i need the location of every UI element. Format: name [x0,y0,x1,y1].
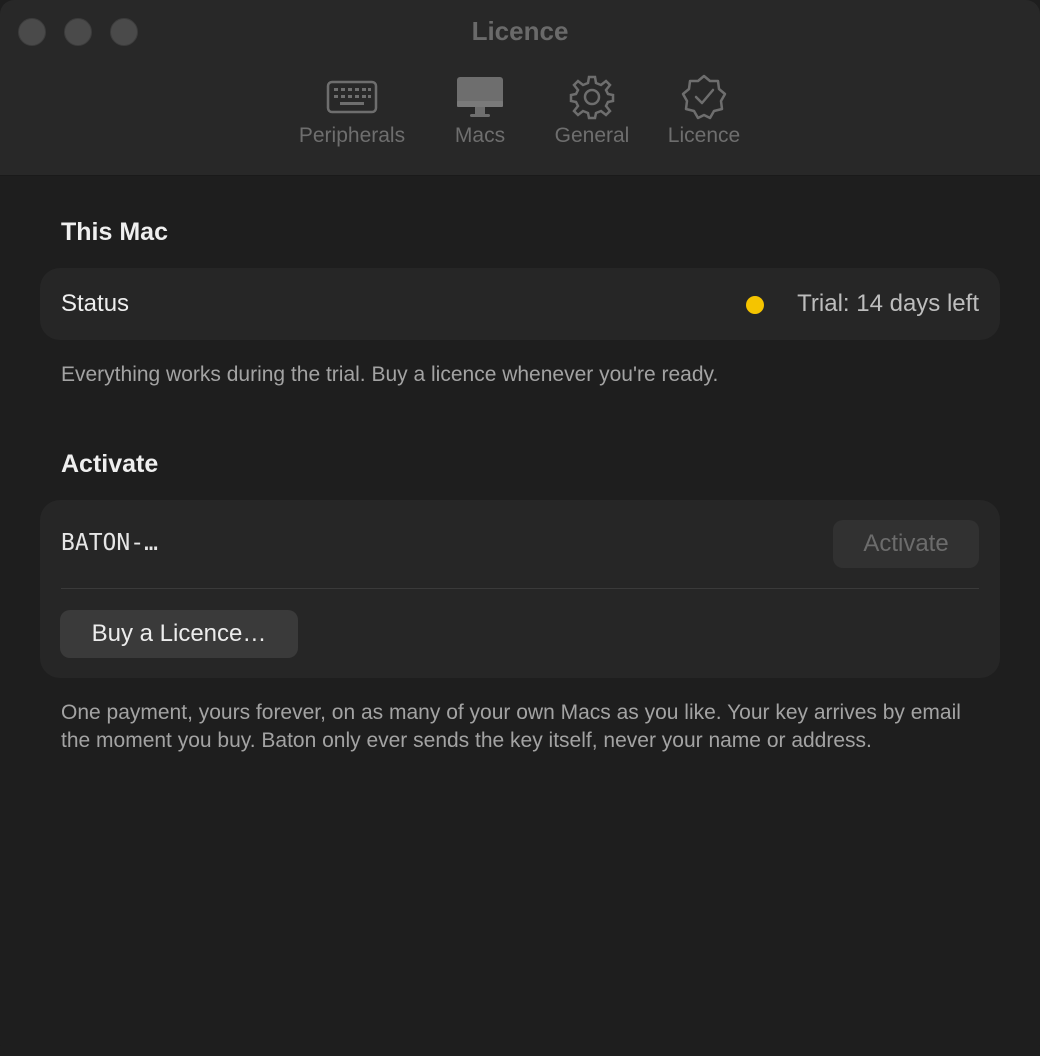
checkmark-seal-icon [681,74,727,120]
tab-general[interactable]: General [527,72,657,156]
tab-macs[interactable]: Macs [415,72,545,156]
display-icon [457,77,503,117]
tab-label: Peripherals [298,124,406,147]
tab-licence[interactable]: Licence [639,72,769,156]
tab-peripherals[interactable]: Peripherals [287,72,417,156]
window-title: Licence [471,16,569,46]
activate-heading: Activate [61,450,159,478]
licence-window: Licence Peripherals Macs General Licence… [0,0,1040,1056]
titlebar: Licence Peripherals Macs General Licence [0,0,1040,176]
status-indicator-dot [746,296,764,314]
activate-button[interactable]: Activate [833,520,979,568]
licence-note: One payment, yours forever, on as many o… [61,701,961,752]
tab-label: General [554,124,630,147]
activate-card: Activate Buy a Licence… [40,500,1000,678]
this-mac-heading: This Mac [61,218,168,246]
status-value: Trial: 14 days left [797,290,979,317]
status-card: Status Trial: 14 days left [40,268,1000,340]
keyboard-icon [326,80,378,114]
status-label: Status [61,290,130,317]
trial-note: Everything works during the trial. Buy a… [61,363,719,386]
tab-label: Licence [667,124,741,147]
tab-label: Macs [454,124,506,147]
buy-licence-button[interactable]: Buy a Licence… [60,610,298,658]
gear-icon [569,75,615,120]
licence-key-field[interactable] [61,530,821,556]
divider [61,588,979,589]
